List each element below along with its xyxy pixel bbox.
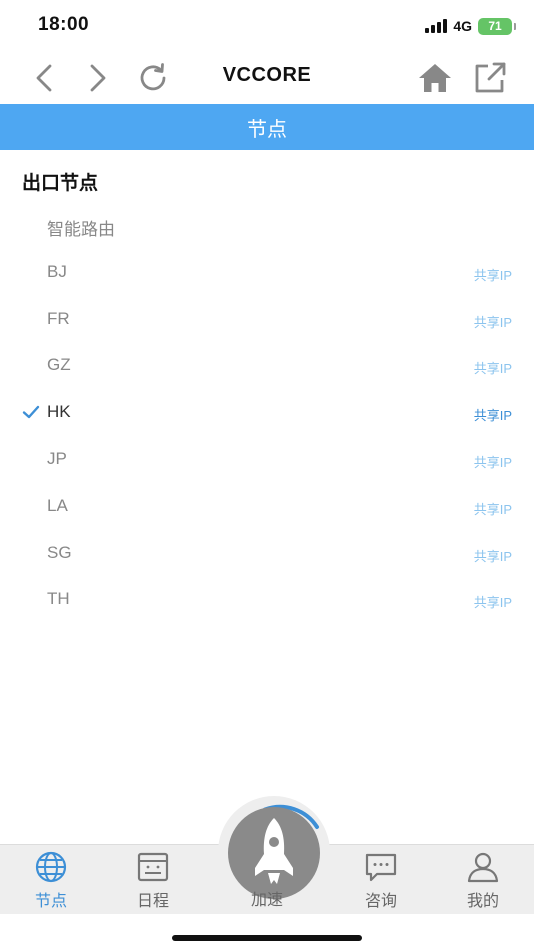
node-row[interactable]: TH 共享IP [0, 576, 534, 623]
node-row[interactable]: 智能路由 [0, 202, 534, 249]
network-type: 4G [453, 18, 472, 34]
node-name: LA [47, 495, 68, 515]
globe-icon [35, 851, 67, 883]
tab-label: 咨询 [364, 893, 397, 910]
status-time: 18:00 [38, 14, 90, 35]
section-title: 出口节点 [22, 173, 99, 194]
rocket-icon [228, 804, 320, 899]
tab-nodes[interactable]: 节点 [16, 851, 86, 911]
node-name: JP [47, 448, 67, 468]
status-indicators: 4G 71 [425, 17, 516, 35]
refresh-icon [140, 63, 166, 91]
schedule-icon [137, 852, 169, 882]
node-tag: 共享IP [473, 548, 512, 564]
home-icon [419, 64, 451, 92]
node-tag: 共享IP [473, 595, 512, 611]
home-button[interactable] [415, 58, 455, 98]
user-icon [467, 852, 499, 883]
node-row[interactable]: BJ 共享IP [0, 249, 534, 296]
node-row[interactable]: FR 共享IP [0, 296, 534, 343]
node-tag: 共享IP [473, 314, 512, 330]
node-tag: 共享IP [473, 501, 512, 517]
tab-consult[interactable]: 咨询 [346, 851, 416, 911]
tab-profile[interactable]: 我的 [448, 851, 518, 911]
open-external-icon [475, 62, 506, 93]
forward-icon [90, 64, 106, 92]
refresh-button[interactable] [133, 58, 173, 98]
node-name: SG [47, 542, 72, 562]
status-bar: 18:00 4G 71 [0, 0, 534, 50]
node-tag: 共享IP [473, 267, 512, 283]
forward-button[interactable] [78, 58, 118, 98]
page-title: 节点 [247, 118, 287, 141]
node-name: BJ [47, 261, 67, 281]
node-row[interactable]: LA 共享IP [0, 483, 534, 530]
tab-schedule[interactable]: 日程 [118, 851, 188, 911]
open-external-button[interactable] [470, 58, 510, 98]
tab-label: 我的 [466, 893, 499, 910]
node-name: GZ [47, 355, 71, 375]
node-name: FR [47, 308, 70, 328]
browser-toolbar: VCCORE [0, 50, 534, 104]
node-tag: 共享IP [473, 454, 512, 470]
battery-icon: 71 [478, 17, 516, 35]
node-row-selected[interactable]: HK 共享IP [0, 389, 534, 436]
accelerate-button[interactable] [218, 796, 330, 908]
node-row[interactable]: JP 共享IP [0, 436, 534, 483]
node-row[interactable]: SG 共享IP [0, 530, 534, 577]
home-indicator [172, 935, 362, 941]
tab-label: 日程 [136, 893, 169, 910]
checkmark-icon [22, 405, 40, 419]
node-name: HK [47, 402, 71, 422]
tab-label: 节点 [34, 893, 67, 910]
node-tag: 共享IP [473, 408, 512, 424]
app-screen: 18:00 4G 71 VCCORE 节点 出口节点 智能路由 BJ 共享IP … [0, 0, 534, 950]
node-tag: 共享IP [473, 361, 512, 377]
signal-icon [425, 19, 448, 33]
page-header: 节点 [0, 104, 534, 150]
node-name: TH [47, 589, 70, 609]
chat-icon [365, 853, 397, 882]
back-icon [36, 64, 52, 92]
battery-level: 71 [488, 19, 502, 33]
node-row[interactable]: GZ 共享IP [0, 342, 534, 389]
back-button[interactable] [24, 58, 64, 98]
node-name: 智能路由 [47, 220, 115, 239]
node-list: 智能路由 BJ 共享IP FR 共享IP GZ 共享IP HK 共享IP JP … [0, 202, 534, 623]
